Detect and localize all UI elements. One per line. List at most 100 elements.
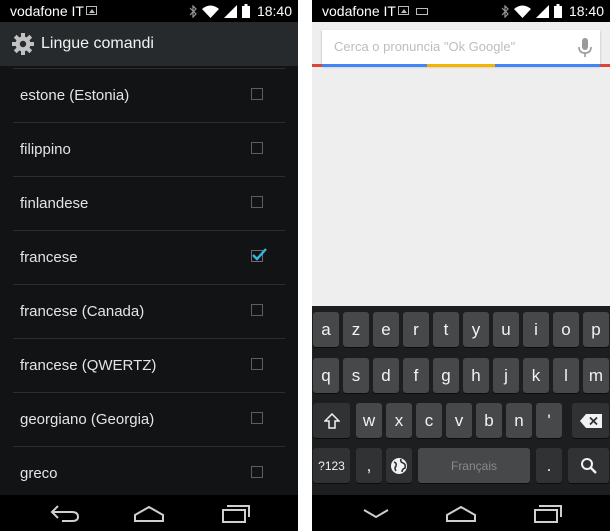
key-apostrophe[interactable]: ' (536, 403, 562, 438)
carrier-label: vodafone IT (322, 3, 396, 19)
language-switch-key[interactable] (386, 448, 412, 483)
key-r[interactable]: r (403, 312, 429, 347)
key-c[interactable]: c (416, 403, 442, 438)
language-checkbox[interactable] (251, 358, 263, 370)
image-notification-icon (86, 6, 97, 15)
key-n[interactable]: n (506, 403, 532, 438)
backspace-icon (579, 413, 602, 428)
globe-icon (391, 457, 407, 474)
back-icon[interactable] (44, 501, 84, 525)
key-b[interactable]: b (476, 403, 502, 438)
key-z[interactable]: z (343, 312, 369, 347)
language-checkbox[interactable] (251, 196, 263, 208)
navigation-bar (312, 495, 610, 531)
google-search-screen: vodafone IT 18:40 a z e r t y u i o p (312, 0, 610, 531)
key-j[interactable]: j (493, 358, 519, 393)
language-checkbox[interactable] (251, 304, 263, 316)
language-row[interactable]: greco (13, 446, 285, 500)
language-row[interactable]: francese (13, 230, 285, 284)
home-icon[interactable] (129, 501, 169, 525)
language-label: georgiano (Georgia) (20, 411, 155, 428)
signal-icon (223, 4, 237, 18)
comma-key[interactable]: , (356, 448, 382, 483)
battery-icon (553, 4, 562, 18)
search-box[interactable] (322, 30, 600, 66)
status-bar: vodafone IT 18:40 (312, 0, 610, 22)
language-list: estone (Estonia) filippino finlandese fr… (13, 68, 285, 500)
bluetooth-icon (501, 4, 509, 18)
key-o[interactable]: o (553, 312, 579, 347)
language-row[interactable]: georgiano (Georgia) (13, 392, 285, 446)
bluetooth-icon (189, 4, 197, 18)
language-checkbox-checked[interactable] (251, 248, 267, 262)
navigation-bar (0, 495, 298, 531)
key-p[interactable]: p (583, 312, 609, 347)
recent-apps-icon[interactable] (214, 501, 254, 525)
key-y[interactable]: y (463, 312, 489, 347)
image-notification-icon (398, 6, 409, 15)
key-w[interactable]: w (356, 403, 382, 438)
language-label: greco (20, 465, 58, 482)
gear-icon[interactable] (11, 32, 35, 56)
key-e[interactable]: e (373, 312, 399, 347)
key-q[interactable]: q (313, 358, 339, 393)
key-g[interactable]: g (433, 358, 459, 393)
language-row[interactable]: finlandese (13, 176, 285, 230)
language-label: finlandese (20, 195, 89, 212)
key-v[interactable]: v (446, 403, 472, 438)
language-label: filippino (20, 141, 71, 158)
search-icon (580, 457, 597, 474)
soft-keyboard: a z e r t y u i o p q s d f g h j k l m … (312, 306, 610, 495)
clock: 18:40 (256, 3, 292, 19)
checkmark-icon (252, 248, 267, 261)
search-input[interactable] (334, 39, 554, 54)
key-l[interactable]: l (553, 358, 579, 393)
key-i[interactable]: i (523, 312, 549, 347)
status-bar: vodafone IT 18:40 (0, 0, 298, 22)
carrier-label: vodafone IT (10, 3, 84, 19)
period-key[interactable]: . (536, 448, 562, 483)
key-f[interactable]: f (403, 358, 429, 393)
clock: 18:40 (568, 3, 604, 19)
key-a[interactable]: a (313, 312, 339, 347)
keyboard-notification-icon (416, 8, 428, 15)
space-bar[interactable]: Français (418, 448, 530, 483)
key-d[interactable]: d (373, 358, 399, 393)
key-s[interactable]: s (343, 358, 369, 393)
language-row[interactable]: francese (QWERTZ) (13, 338, 285, 392)
wifi-icon (201, 5, 219, 18)
backspace-key[interactable] (572, 403, 609, 438)
language-row[interactable]: filippino (13, 122, 285, 176)
search-key[interactable] (568, 448, 609, 483)
language-checkbox[interactable] (251, 466, 263, 478)
language-label: francese (Canada) (20, 303, 145, 320)
page-title: Lingue comandi (41, 35, 154, 52)
key-h[interactable]: h (463, 358, 489, 393)
shift-key[interactable] (313, 403, 350, 438)
symbols-key[interactable]: ?123 (313, 448, 350, 483)
signal-icon (535, 4, 549, 18)
shift-icon (323, 412, 340, 429)
language-label: estone (Estonia) (20, 87, 130, 104)
key-m[interactable]: m (583, 358, 609, 393)
settings-screen: vodafone IT 18:40 Lingue comandi estone … (0, 0, 298, 531)
language-checkbox[interactable] (251, 88, 263, 100)
language-row[interactable]: estone (Estonia) (13, 68, 285, 122)
google-color-bar (312, 64, 610, 67)
language-label: francese (QWERTZ) (20, 357, 157, 374)
key-x[interactable]: x (386, 403, 412, 438)
key-t[interactable]: t (433, 312, 459, 347)
key-u[interactable]: u (493, 312, 519, 347)
key-k[interactable]: k (523, 358, 549, 393)
battery-icon (241, 4, 250, 18)
language-row[interactable]: francese (Canada) (13, 284, 285, 338)
microphone-icon[interactable] (578, 38, 592, 58)
language-checkbox[interactable] (251, 142, 263, 154)
hide-keyboard-icon[interactable] (356, 501, 396, 525)
recent-apps-icon[interactable] (526, 501, 566, 525)
wifi-icon (513, 5, 531, 18)
language-label: francese (20, 249, 78, 266)
home-icon[interactable] (441, 501, 481, 525)
language-checkbox[interactable] (251, 412, 263, 424)
action-bar: Lingue comandi (0, 22, 298, 66)
